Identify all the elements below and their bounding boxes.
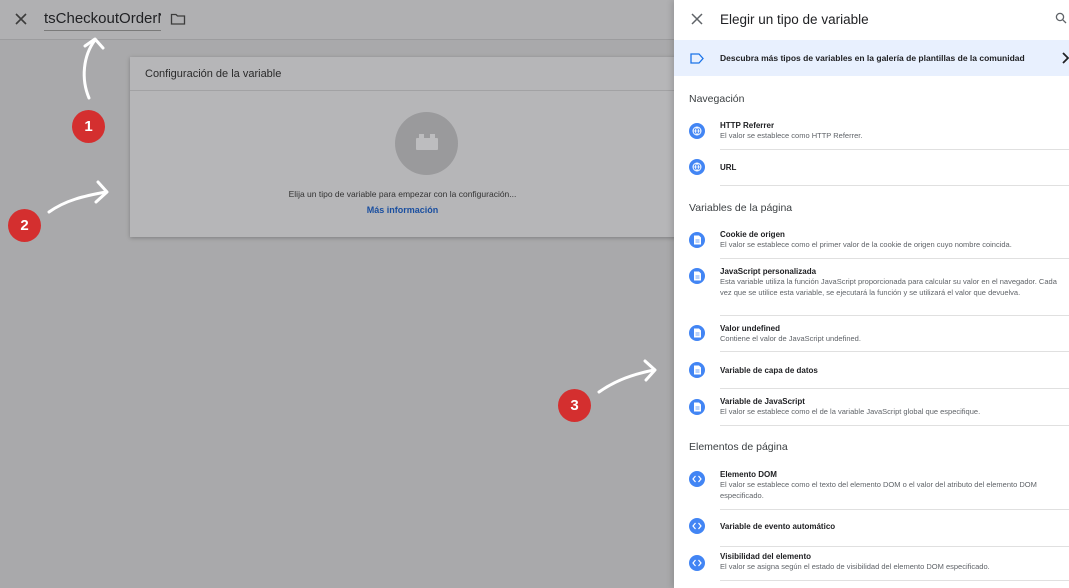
variable-type-variable-javascript[interactable]: Variable de JavaScript El valor se estab… [674, 389, 1069, 426]
community-gallery-banner[interactable]: Descubra más tipos de variables en la ga… [674, 40, 1069, 76]
chevron-right-icon [1062, 52, 1069, 64]
annotation-badge-3: 3 [558, 389, 591, 422]
variable-type-visibilidad-elemento[interactable]: Visibilidad del elemento El valor se asi… [674, 547, 1069, 582]
annotation-badge-1: 1 [72, 110, 105, 143]
document-icon [689, 232, 705, 248]
variable-type-panel: Elegir un tipo de variable Descubra más … [674, 0, 1069, 588]
item-description: El valor se establece como el primer val… [720, 240, 1012, 249]
item-name: Valor undefined [720, 324, 781, 333]
item-description: El valor se establece como el de la vari… [720, 407, 981, 416]
item-name: JavaScript personalizada [720, 267, 817, 276]
annotation-arrow-1 [82, 37, 105, 100]
item-divider [720, 580, 1069, 581]
item-name: Variable de capa de datos [720, 366, 818, 375]
item-description: El valor se establece como el texto del … [720, 480, 1037, 500]
variable-type-http-referrer[interactable]: HTTP Referrer El valor se establece como… [674, 117, 1069, 150]
code-icon [689, 518, 705, 534]
close-icon[interactable] [12, 10, 30, 28]
item-name: Variable de JavaScript [720, 397, 805, 406]
item-description: Esta variable utiliza la función JavaScr… [720, 277, 1057, 297]
variable-type-placeholder[interactable] [395, 112, 458, 175]
globe-icon [689, 159, 705, 175]
annotation-arrow-2 [47, 180, 109, 214]
variable-type-elemento-dom[interactable]: Elemento DOM El valor se establece como … [674, 466, 1069, 510]
card-title: Configuración de la variable [145, 68, 282, 80]
variable-name-input[interactable]: tsCheckoutOrderNr [44, 10, 161, 31]
item-divider [720, 185, 1069, 186]
annotation-arrow-3 [597, 359, 657, 394]
variable-type-url[interactable]: URL [674, 150, 1069, 186]
variable-type-javascript-personalizada[interactable]: JavaScript personalizada Esta variable u… [674, 259, 1069, 316]
item-name: Variable de evento automático [720, 522, 836, 531]
document-icon [689, 362, 705, 378]
code-icon [689, 555, 705, 571]
item-description: El valor se establece como HTTP Referrer… [720, 131, 863, 140]
item-name: HTTP Referrer [720, 121, 775, 130]
card-divider [130, 90, 690, 91]
item-description: Contiene el valor de JavaScript undefine… [720, 334, 861, 343]
panel-header: Elegir un tipo de variable [674, 0, 1069, 40]
document-icon [689, 399, 705, 415]
globe-icon [689, 123, 705, 139]
search-icon[interactable] [1055, 12, 1067, 24]
item-name: Cookie de origen [720, 230, 785, 239]
tag-icon [690, 53, 704, 64]
card-instructions: Elija un tipo de variable para empezar c… [288, 189, 517, 199]
block-icon [416, 134, 438, 150]
document-icon [689, 268, 705, 284]
variable-type-capa-de-datos[interactable]: Variable de capa de datos [674, 352, 1069, 389]
item-name: URL [720, 163, 737, 172]
variable-type-cookie-origen[interactable]: Cookie de origen El valor se establece c… [674, 226, 1069, 259]
folder-icon[interactable] [170, 11, 186, 27]
variable-type-evento-automatico[interactable]: Variable de evento automático [674, 510, 1069, 547]
item-name: Elemento DOM [720, 470, 777, 479]
gallery-banner-text: Descubra más tipos de variables en la ga… [720, 53, 1025, 63]
more-info-link[interactable]: Más información [130, 205, 675, 215]
document-icon [689, 325, 705, 341]
variable-configuration-card[interactable]: Configuración de la variable Elija un ti… [130, 57, 690, 237]
panel-title: Elegir un tipo de variable [720, 12, 869, 27]
annotation-badge-2: 2 [8, 209, 41, 242]
item-description: El valor se asigna según el estado de vi… [720, 562, 990, 571]
section-title-navegacion: Navegación [689, 93, 745, 105]
code-icon [689, 471, 705, 487]
variable-type-valor-undefined[interactable]: Valor undefined Contiene el valor de Jav… [674, 316, 1069, 352]
item-divider [720, 425, 1069, 426]
section-title-elementos-pagina: Elementos de página [689, 441, 788, 453]
item-name: Visibilidad del elemento [720, 552, 811, 561]
close-icon[interactable] [690, 12, 704, 26]
section-title-variables-pagina: Variables de la página [689, 202, 793, 214]
